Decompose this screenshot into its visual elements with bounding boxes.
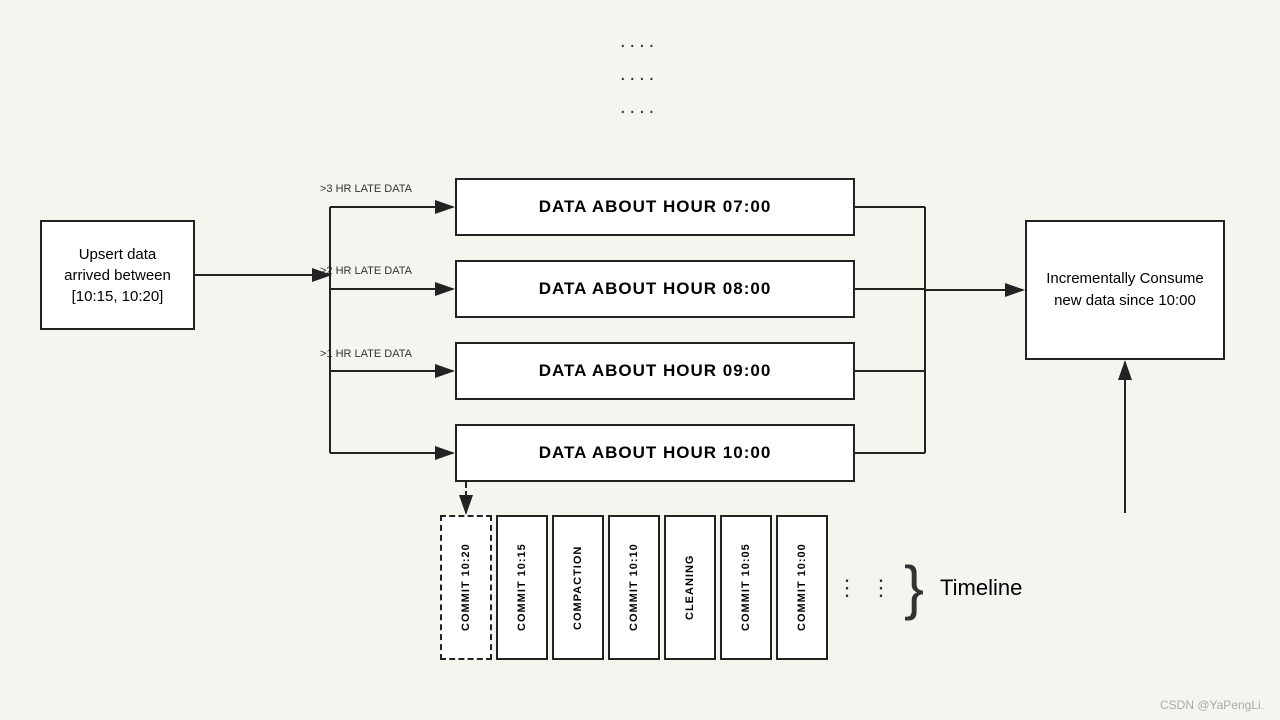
data-box-08-label: DATA ABOUT HOUR 08:00 [539,279,772,299]
timeline-area: COMMIT 10:20 COMMIT 10:15 COMPACTION COM… [440,515,1022,660]
main-canvas: .... .... .... Upsert dataarrived betwee… [0,0,1280,720]
data-box-08: DATA ABOUT HOUR 08:00 [455,260,855,318]
data-box-07: DATA ABOUT HOUR 07:00 [455,178,855,236]
upsert-box: Upsert dataarrived between[10:15, 10:20] [40,220,195,330]
data-box-10-label: DATA ABOUT HOUR 10:00 [539,443,772,463]
timeline-commit-1015: COMMIT 10:15 [496,515,548,660]
late2-label: >2 HR LATE DATA [320,265,412,277]
dots-1: .... [620,30,658,53]
incremental-label: Incrementally Consumenew data since 10:0… [1046,268,1204,313]
timeline-commit-1010: COMMIT 10:10 [608,515,660,660]
timeline-label: Timeline [940,575,1022,601]
timeline-compaction: COMPACTION [552,515,604,660]
timeline-commit-1000: COMMIT 10:00 [776,515,828,660]
timeline-commit-1005: COMMIT 10:05 [720,515,772,660]
data-box-09: DATA ABOUT HOUR 09:00 [455,342,855,400]
timeline-commit-1020: COMMIT 10:20 [440,515,492,660]
data-box-09-label: DATA ABOUT HOUR 09:00 [539,361,772,381]
watermark: CSDN @YaPengLi. [1160,698,1264,712]
late1-label: >1 HR LATE DATA [320,348,412,360]
data-box-10: DATA ABOUT HOUR 10:00 [455,424,855,482]
late3-label: >3 HR LATE DATA [320,183,412,195]
timeline-cleaning: CLEANING [664,515,716,660]
dots-area: .... .... .... [620,30,658,119]
dots-2: .... [620,63,658,86]
upsert-label: Upsert dataarrived between[10:15, 10:20] [64,244,171,307]
timeline-ellipsis-1: ⋮ [836,575,858,601]
timeline-brace: } [904,558,924,618]
data-box-07-label: DATA ABOUT HOUR 07:00 [539,197,772,217]
dots-3: .... [620,96,658,119]
incremental-box: Incrementally Consumenew data since 10:0… [1025,220,1225,360]
timeline-ellipsis-2: ⋮ [870,575,892,601]
